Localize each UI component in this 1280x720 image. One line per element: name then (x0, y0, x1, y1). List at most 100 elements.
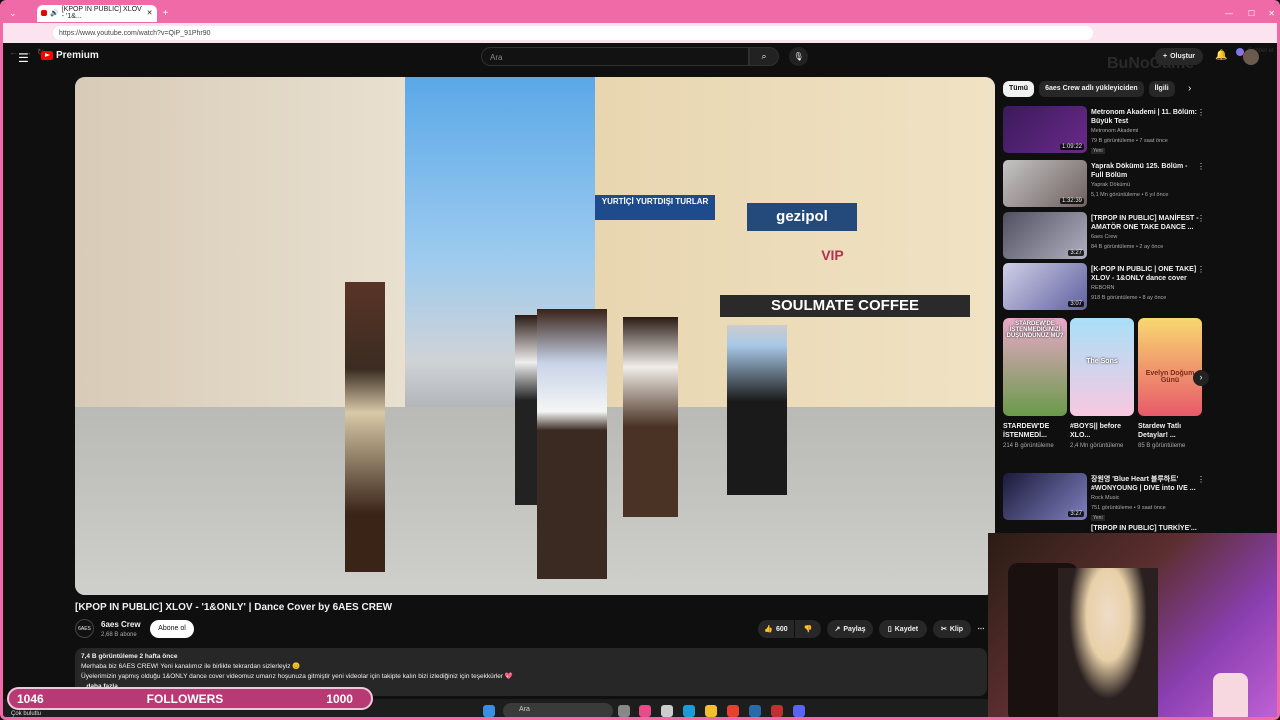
clip-button[interactable]: ✂ Klip (933, 620, 971, 638)
video-player[interactable]: YURTİÇİ YURTDIŞI TURLAR gezipol SOULMATE… (75, 77, 995, 595)
more-options-icon[interactable]: ⋮ (1197, 162, 1205, 171)
recommendation-item[interactable]: 1:09:22 Metronom Akademi | 11. Bölüm: Bü… (1003, 106, 1205, 154)
dancer-3 (537, 309, 607, 579)
short-overlay-text: The Sons (1086, 358, 1118, 365)
task-view-icon[interactable] (618, 705, 630, 717)
dancer-4 (623, 317, 678, 517)
store-icon[interactable] (661, 705, 673, 717)
recommendation-item[interactable]: 3:27 [TRPOP IN PUBLIC] MANİFEST - AMATÖR… (1003, 212, 1205, 260)
thumbnail: 3:27 (1003, 473, 1087, 520)
url-field[interactable]: https://www.youtube.com/watch?v=QiP_91Ph… (53, 26, 1093, 40)
more-options-icon[interactable]: ⋮ (1197, 475, 1205, 484)
maximize-icon[interactable]: ☐ (1248, 9, 1255, 18)
chip-from-uploader[interactable]: 6aes Crew adlı yükleyiciden (1039, 81, 1144, 97)
minimize-icon[interactable]: — (1225, 9, 1233, 18)
notifications-bell-icon[interactable]: 🔔 (1215, 50, 1227, 61)
share-icon: ↗ (834, 626, 841, 633)
speaker-icon: 🔊 (49, 10, 59, 17)
mic-icon: 🎙 (793, 52, 804, 61)
short-thumbnail[interactable]: Evelyn Doğum Günü (1138, 318, 1202, 416)
short-title[interactable]: Stardew Tatlı Detaylar! ... (1138, 422, 1198, 440)
short-title[interactable]: #BOYS|| before XLO... (1070, 422, 1130, 440)
rec-title-partial[interactable]: [TRPOP IN PUBLIC] TURKİYE'... (1091, 525, 1197, 532)
edge-icon[interactable] (683, 705, 695, 717)
recommendation-item[interactable]: 3:07 [K-POP IN PUBLIC | ONE TAKE] XLOV -… (1003, 263, 1205, 311)
hamburger-menu-icon[interactable]: ☰ (18, 51, 29, 65)
chip-all[interactable]: Tümü (1003, 81, 1035, 97)
short-overlay-text: STARDEW'DE İSTENMEDİĞİNİZİ DÜŞÜNDÜNÜZ MÜ… (1006, 321, 1064, 339)
short-thumbnail[interactable]: The Sons (1070, 318, 1134, 416)
voice-search-button[interactable]: 🎙 (789, 47, 808, 66)
rec-title: [K-POP IN PUBLIC | ONE TAKE] XLOV - 1&ON… (1091, 266, 1197, 282)
window-close-icon[interactable]: ✕ (1268, 9, 1275, 18)
more-actions-icon[interactable]: ⋯ (975, 620, 987, 638)
rec-title: Metronom Akademi | 11. Bölüm: Büyük Test (1091, 109, 1197, 125)
chip-related[interactable]: İlgili (1148, 81, 1175, 97)
short-thumbnail[interactable]: STARDEW'DE İSTENMEDİĞİNİZİ DÜŞÜNDÜNÜZ MÜ… (1003, 318, 1067, 416)
tab-list-icon[interactable]: ⌄ (9, 8, 17, 19)
short-views: 2,4 Mn görüntüleme (1070, 443, 1124, 449)
taskbar-search[interactable]: Ara (503, 703, 613, 717)
description-line: Merhaba biz 6AES CREW! Yeni kanalımız il… (81, 663, 301, 670)
followers-goal-bar: 1046 FOLLOWERS 1000 (7, 687, 373, 710)
recommendation-item[interactable]: 1:32:39 Yaprak Dökümü 125. Bölüm - Full … (1003, 160, 1205, 208)
subscribe-button[interactable]: Abone ol (150, 620, 194, 638)
more-options-icon[interactable]: ⋮ (1197, 214, 1205, 223)
clip-label: Klip (949, 625, 964, 633)
more-options-icon[interactable]: ⋮ (1197, 108, 1205, 117)
new-badge: Yeni (1091, 515, 1105, 521)
tab-title: [KPOP IN PUBLIC] XLOV - '1&... (61, 6, 142, 20)
new-badge: Yeni (1091, 148, 1105, 154)
address-bar: ← → ↻ https://www.youtube.com/watch?v=Qi… (3, 23, 1277, 57)
thumbnail: 1:09:22 (1003, 106, 1087, 153)
windows-start-icon[interactable] (483, 705, 495, 717)
scene-sign-travel: YURTİÇİ YURTDIŞI TURLAR (595, 195, 715, 220)
short-views: 85 B görüntüleme (1138, 443, 1186, 449)
url-text: https://www.youtube.com/watch?v=QiP_91Ph… (59, 29, 211, 37)
rec-channel: Rock Music (1091, 495, 1120, 501)
rec-meta: 5,1 Mn görüntüleme • 6 yıl önce (1091, 192, 1169, 198)
search-button[interactable]: ⌕ (749, 47, 779, 66)
logo-text: Premium (56, 50, 99, 61)
obs-icon[interactable] (771, 705, 783, 717)
search-input[interactable]: Ara (481, 47, 749, 66)
share-button[interactable]: ↗ Paylaş (827, 620, 873, 638)
recommendation-item[interactable]: 3:27 장원영 'Blue Heart 블루하트' #WONYOUNG | D… (1003, 473, 1205, 521)
app-icon[interactable] (639, 705, 651, 717)
create-button[interactable]: + Oluştur (1155, 48, 1203, 65)
window-frame: ⌄ 🔊 [KPOP IN PUBLIC] XLOV - '1&... ✕ + —… (0, 0, 1280, 720)
chrome-icon[interactable] (727, 705, 739, 717)
description-line: Üyelerimizin yapmış olduğu 1&ONLY dance … (81, 673, 513, 680)
scene-sign-gezipol: gezipol (747, 203, 857, 231)
chevron-right-icon[interactable]: › (1188, 83, 1191, 94)
thumbs-up-icon: 👍 (764, 626, 774, 633)
discord-icon[interactable] (793, 705, 805, 717)
scissors-icon: ✂ (940, 626, 947, 633)
browser-tab[interactable]: 🔊 [KPOP IN PUBLIC] XLOV - '1&... ✕ (36, 4, 157, 22)
save-button[interactable]: ▯ Kaydet (879, 620, 927, 638)
rec-channel: Metronom Akademi (1091, 128, 1139, 134)
duration: 1:32:39 (1059, 198, 1084, 204)
views-date: 7,4 B görüntüleme 2 hafta önce (81, 653, 178, 660)
channel-avatar[interactable]: 6AES (75, 619, 94, 638)
short-title[interactable]: STARDEW'DE İSTENMEDİ... (1003, 422, 1063, 440)
channel-name[interactable]: 6aes Crew (101, 620, 141, 629)
dislike-button[interactable]: 👎 (795, 620, 821, 638)
steam-icon[interactable] (749, 705, 761, 717)
tab-close-icon[interactable]: ✕ (147, 9, 153, 17)
rec-title: [TRPOP IN PUBLIC] MANİFEST - AMATÖR ONE … (1091, 215, 1199, 231)
shorts-next-chevron-icon[interactable]: › (1193, 370, 1209, 386)
rec-title: Yaprak Dökümü 125. Bölüm - Full Bölüm (1091, 163, 1188, 179)
like-button[interactable]: 👍 600 (758, 620, 794, 638)
youtube-logo[interactable]: Premium (41, 50, 99, 61)
dancer-2 (515, 315, 537, 505)
more-options-icon[interactable]: ⋮ (1197, 265, 1205, 274)
followers-label: FOLLOWERS (146, 691, 224, 706)
followers-current: 1046 (17, 691, 44, 706)
rec-channel: 6aes Crew (1091, 234, 1118, 240)
back-icon[interactable]: ← (9, 47, 18, 57)
avatar[interactable] (1243, 49, 1259, 65)
new-tab-button[interactable]: + (163, 8, 169, 19)
file-explorer-icon[interactable] (705, 705, 717, 717)
duration: 3:07 (1068, 301, 1084, 307)
